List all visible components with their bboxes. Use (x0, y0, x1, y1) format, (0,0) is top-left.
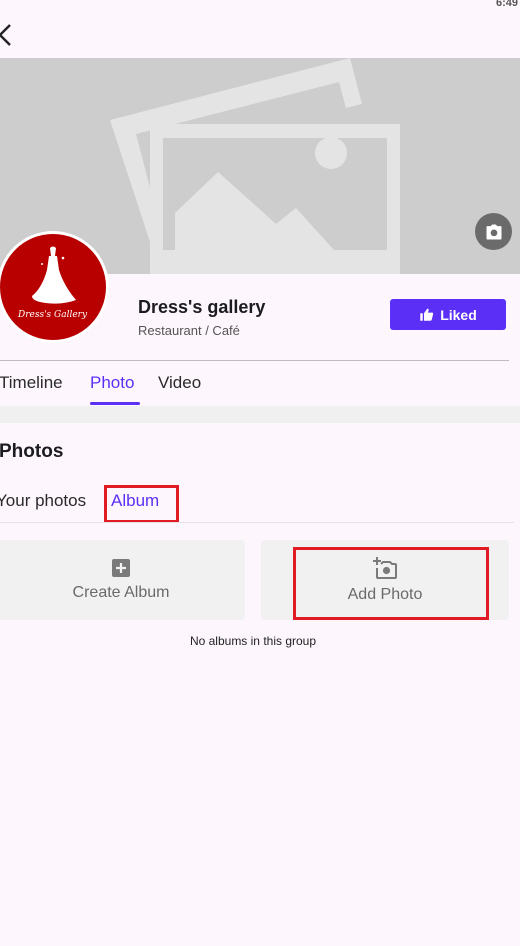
album-highlight-box (104, 485, 179, 523)
avatar[interactable]: Dress's Gallery (0, 231, 109, 343)
liked-button[interactable]: Liked (390, 299, 506, 330)
photos-heading: Photos (0, 441, 64, 462)
divider (0, 522, 514, 523)
liked-button-label: Liked (440, 306, 477, 323)
add-photo-highlight-box (293, 547, 489, 620)
status-time: 6:49 (495, 0, 518, 9)
create-album-label: Create Album (72, 584, 170, 601)
page-screen: 6:49 Dress's Gallery Dress's gallery Res… (0, 0, 520, 946)
create-album-button[interactable]: Create Album (0, 540, 245, 620)
page-category: Restaurant / Café (138, 323, 240, 338)
add-box-icon (112, 559, 130, 577)
dress-icon (32, 246, 76, 304)
tab-photo[interactable]: Photo (90, 373, 134, 393)
camera-icon (486, 224, 501, 239)
change-cover-button[interactable] (475, 213, 512, 250)
section-separator (0, 406, 520, 423)
divider (0, 360, 509, 361)
subtab-your-photos[interactable]: Your photos (0, 491, 86, 511)
active-tab-indicator (90, 402, 140, 405)
thumbs-up-icon (420, 308, 434, 321)
image-placeholder-icon (110, 58, 400, 274)
arrow-left-icon (0, 24, 11, 46)
avatar-logo: Dress's Gallery (0, 234, 106, 340)
empty-albums-message: No albums in this group (189, 634, 317, 648)
back-button[interactable] (0, 22, 18, 48)
tab-timeline[interactable]: Timeline (0, 373, 63, 393)
tab-video[interactable]: Video (158, 373, 201, 393)
page-name: Dress's gallery (138, 297, 266, 317)
avatar-logo-text: Dress's Gallery (18, 310, 88, 320)
